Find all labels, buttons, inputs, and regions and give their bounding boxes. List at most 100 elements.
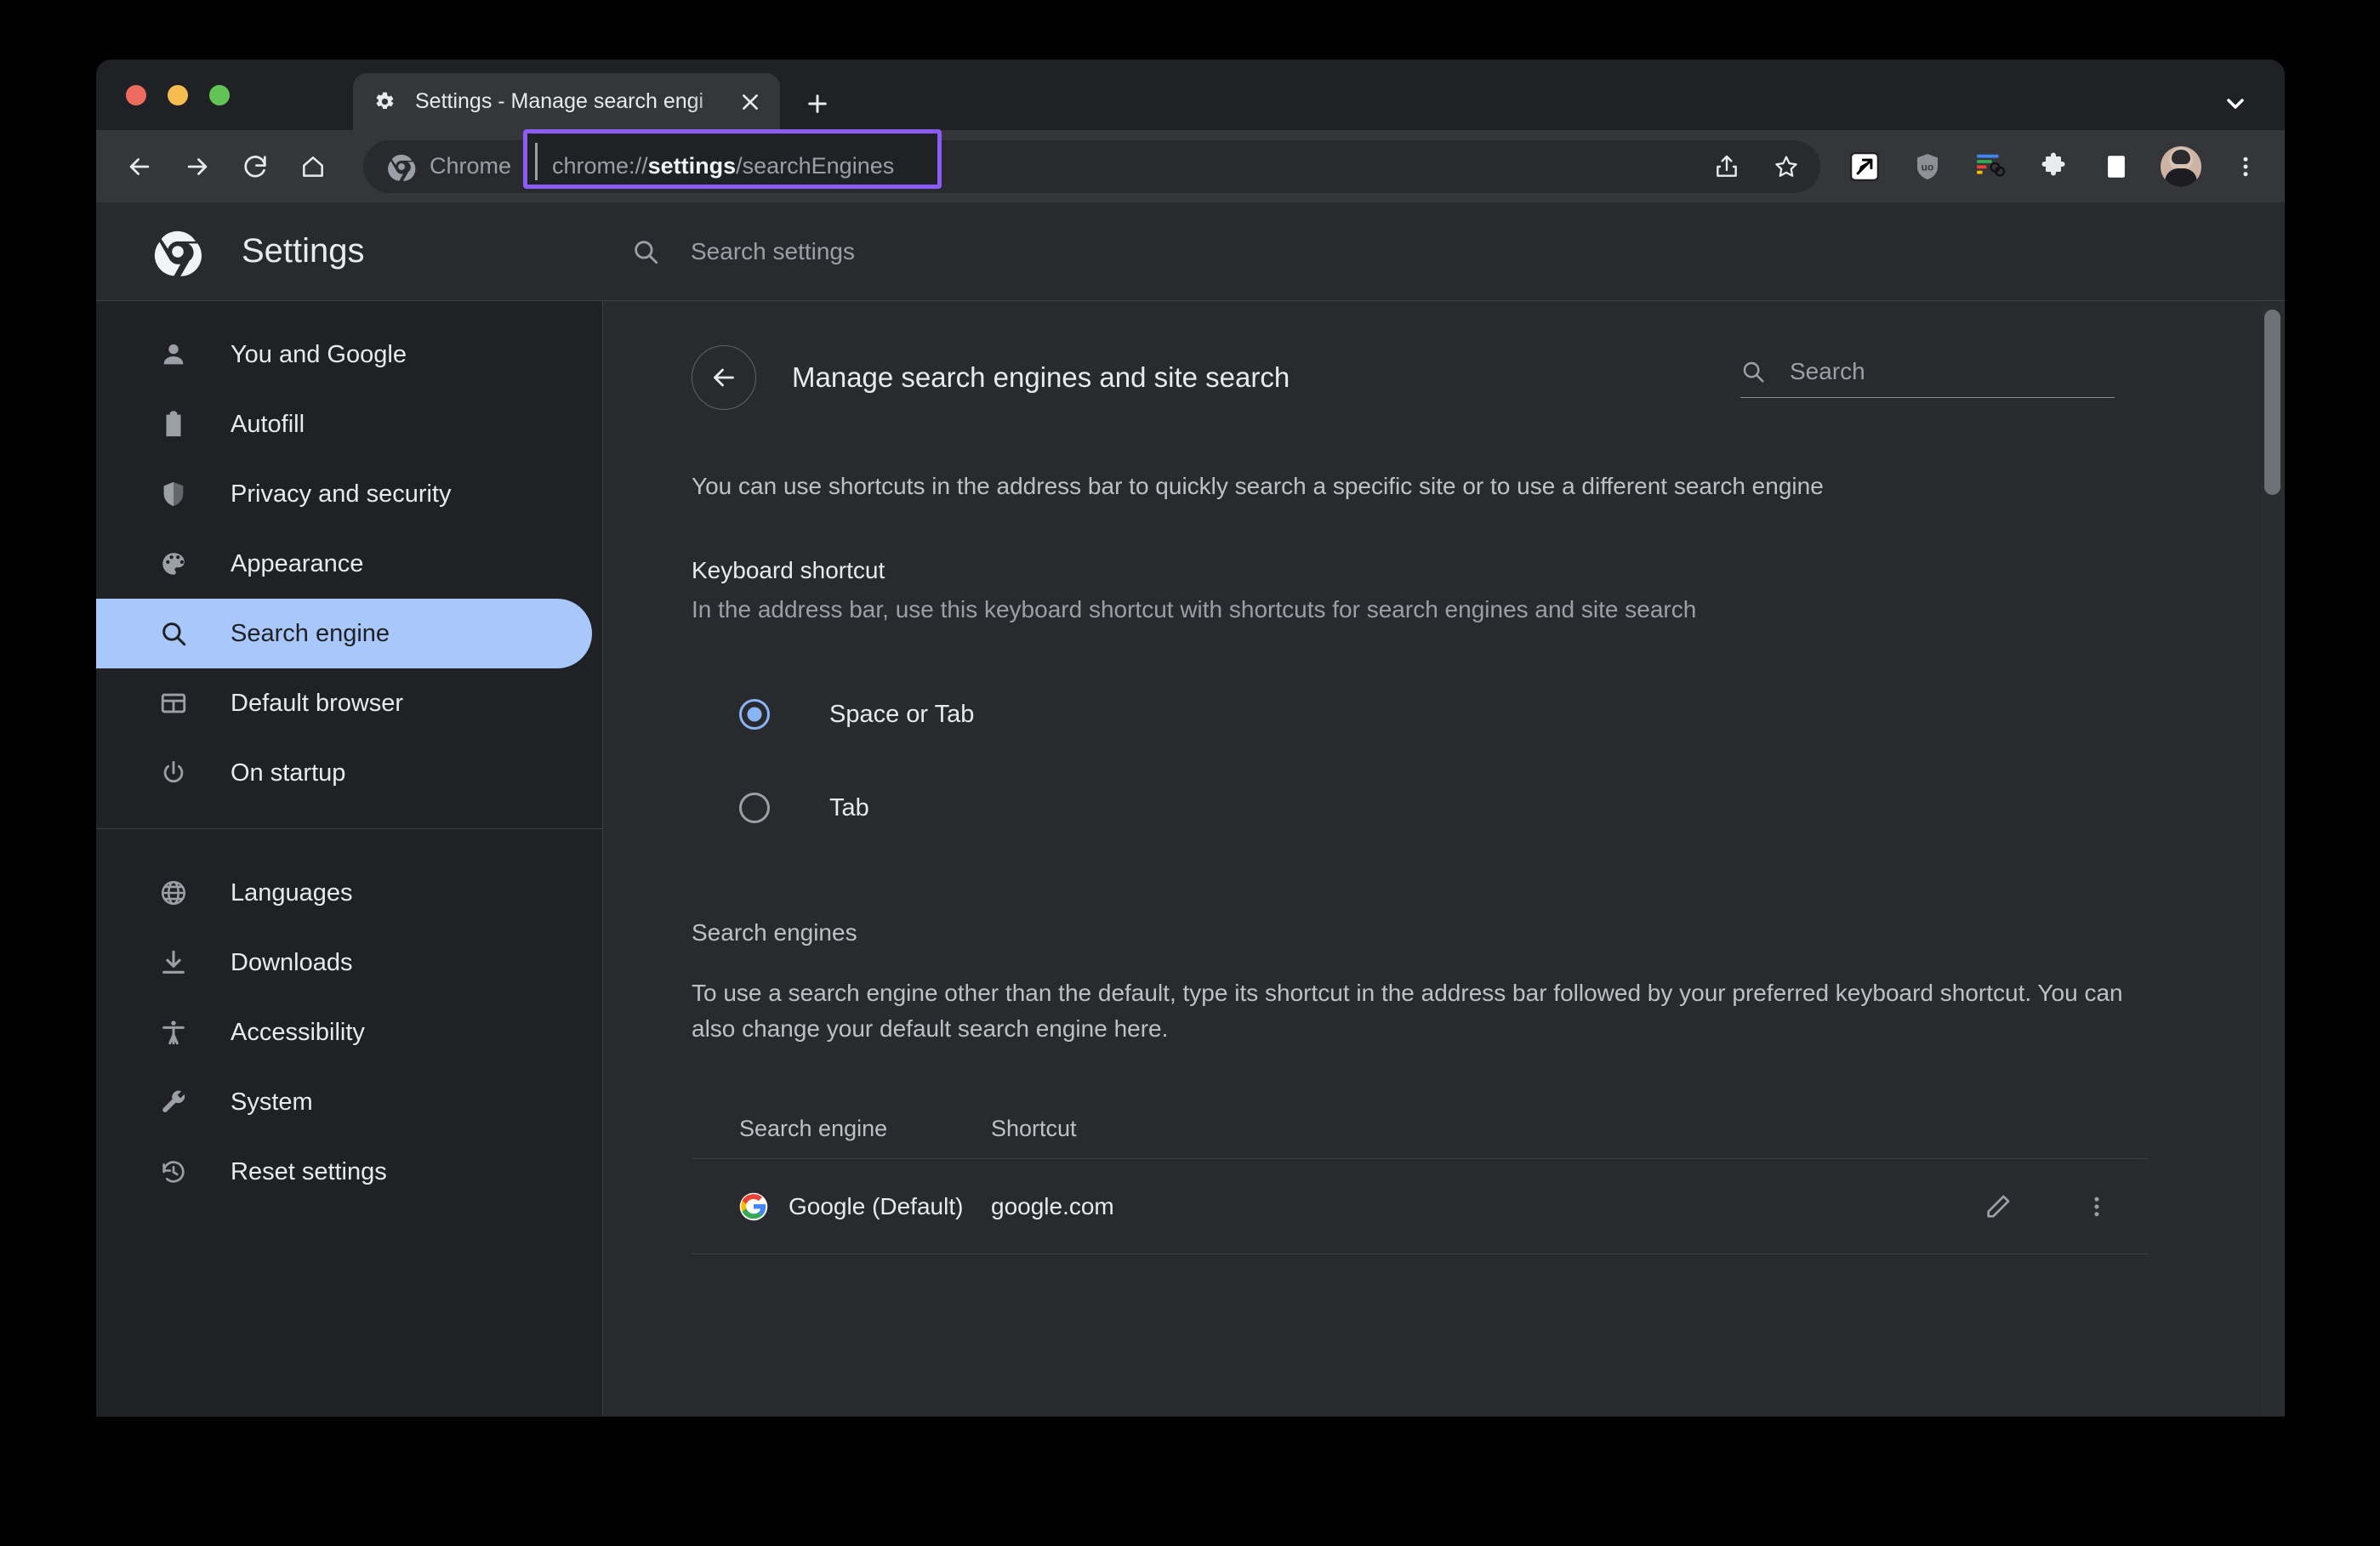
sidebar-item-system[interactable]: System: [96, 1067, 592, 1137]
intro-text: You can use shortcuts in the address bar…: [692, 473, 1824, 499]
google-g-icon: [739, 1192, 768, 1220]
shield-icon: [156, 476, 191, 512]
history-restore-icon: [156, 1154, 191, 1190]
cell-engine-shortcut: google.com: [991, 1192, 1114, 1219]
close-icon[interactable]: [736, 88, 765, 117]
sidebar-item-default-browser[interactable]: Default browser: [96, 668, 592, 738]
tab-strip: Settings - Manage search engi: [96, 60, 2285, 130]
sidebar-item-appearance[interactable]: Appearance: [96, 529, 592, 599]
sidebar-item-accessibility[interactable]: Accessibility: [96, 998, 592, 1067]
sidebar-item-label: You and Google: [231, 340, 407, 368]
settings-sidebar: You and Google Autofill Privacy and secu…: [96, 301, 603, 1416]
new-tab-button[interactable]: [800, 87, 834, 121]
radio-indicator[interactable]: [739, 699, 770, 730]
main-scrollbar-thumb[interactable]: [2264, 310, 2280, 495]
keyboard-shortcut-title: Keyboard shortcut: [692, 556, 885, 583]
chrome-identity-pill: Chrome: [387, 152, 511, 181]
palette-icon: [156, 546, 191, 582]
svg-text:uo: uo: [1922, 161, 1934, 173]
reload-button[interactable]: [236, 147, 275, 186]
sidebar-item-languages[interactable]: Languages: [96, 858, 592, 928]
chrome-logo-icon: [388, 154, 416, 181]
chevron-down-icon[interactable]: [2220, 88, 2251, 119]
search-engines-title: Search engines: [692, 919, 857, 946]
engine-name: Google (Default): [789, 1192, 964, 1219]
browser-window-icon: [156, 685, 191, 721]
row-actions: [1980, 1189, 2149, 1225]
side-panel-icon[interactable]: [2098, 148, 2135, 185]
clipboard-icon: [156, 406, 191, 442]
minimize-window-button[interactable]: [168, 85, 188, 105]
address-bar[interactable]: Chrome chrome://settings/searchEngines: [363, 128, 1820, 193]
url-field[interactable]: chrome://settings/searchEngines: [523, 128, 1820, 193]
three-dot-menu-icon[interactable]: [2227, 148, 2264, 185]
forward-button[interactable]: [178, 147, 217, 186]
radio-option-space-or-tab[interactable]: Space or Tab: [739, 668, 2285, 761]
url-bold-segment: settings: [647, 153, 737, 179]
chrome-pill-label: Chrome: [430, 153, 512, 179]
share-icon[interactable]: [1708, 148, 1745, 185]
sidebar-item-on-startup[interactable]: On startup: [96, 738, 592, 808]
settings-brand: Settings: [96, 227, 594, 276]
engines-search-placeholder: Search: [1790, 357, 1865, 384]
sidebar-item-autofill[interactable]: Autofill: [96, 389, 592, 459]
search-settings-input[interactable]: Search settings: [594, 219, 2195, 284]
back-button[interactable]: [120, 147, 159, 186]
sidebar-item-search-engine[interactable]: Search engine: [96, 599, 592, 668]
person-icon: [156, 337, 191, 372]
main-scrollbar[interactable]: [2261, 301, 2285, 1416]
puzzle-piece-icon[interactable]: [2035, 148, 2072, 185]
wrench-icon: [156, 1084, 191, 1120]
search-icon: [1743, 361, 1764, 382]
url-suffix: /searchEngines: [736, 153, 895, 179]
sidebar-item-label: Downloads: [231, 948, 353, 976]
pencil-icon[interactable]: [1980, 1189, 2016, 1225]
link-bars-extension-icon[interactable]: [1972, 148, 2009, 185]
sidebar-item-label: Accessibility: [231, 1018, 365, 1046]
browser-toolbar: Chrome chrome://settings/searchEngines u…: [96, 128, 2285, 202]
sidebar-item-label: Appearance: [231, 549, 364, 577]
sidebar-item-label: On startup: [231, 759, 346, 787]
search-icon: [156, 616, 191, 651]
star-icon[interactable]: [1768, 148, 1805, 185]
browser-window: Settings - Manage search engi Chrome chr…: [96, 60, 2285, 1417]
back-button[interactable]: [692, 345, 756, 410]
radio-indicator[interactable]: [739, 793, 770, 824]
chrome-logo-icon: [154, 230, 202, 276]
accessibility-icon: [156, 1015, 191, 1050]
gear-icon: [376, 92, 394, 109]
ublock-origin-icon[interactable]: uo: [1909, 148, 1946, 185]
keyboard-shortcut-radio-group: Space or Tab Tab: [692, 668, 2285, 855]
sidebar-item-privacy-and-security[interactable]: Privacy and security: [96, 459, 592, 529]
browser-tab[interactable]: Settings - Manage search engi: [353, 73, 780, 130]
radio-option-tab[interactable]: Tab: [739, 761, 2285, 855]
home-button[interactable]: [293, 147, 333, 186]
column-header-search-engine: Search engine: [739, 1116, 888, 1142]
page-title: Settings: [242, 232, 365, 270]
column-header-shortcut: Shortcut: [991, 1116, 1077, 1142]
radio-label: Tab: [829, 793, 869, 821]
sidebar-item-reset-settings[interactable]: Reset settings: [96, 1137, 592, 1207]
avatar[interactable]: [2161, 145, 2201, 187]
sidebar-item-you-and-google[interactable]: You and Google: [96, 320, 592, 389]
engines-search-input[interactable]: Search: [1740, 358, 2115, 398]
search-settings-placeholder: Search settings: [691, 237, 855, 264]
sidebar-group-secondary: Languages Downloads Accessibility System…: [96, 828, 602, 1207]
power-icon: [156, 755, 191, 791]
three-dot-menu-icon[interactable]: [2079, 1189, 2115, 1225]
radio-label: Space or Tab: [829, 700, 975, 728]
settings-content: You and Google Autofill Privacy and secu…: [96, 301, 2285, 1416]
sidebar-item-label: Search engine: [231, 619, 390, 647]
download-icon: [156, 945, 191, 980]
window-controls: [126, 85, 230, 105]
maximize-window-button[interactable]: [209, 85, 230, 105]
cursor-arrow-extension-icon[interactable]: [1846, 148, 1883, 185]
sidebar-group-primary: You and Google Autofill Privacy and secu…: [96, 301, 602, 808]
close-window-button[interactable]: [126, 85, 146, 105]
search-engines-table: Search engine Shortcut Google (Default) …: [692, 1100, 2149, 1255]
section-title: Manage search engines and site search: [792, 361, 1290, 393]
search-engines-description: To use a search engine other than the de…: [692, 980, 2123, 1043]
sidebar-item-downloads[interactable]: Downloads: [96, 928, 592, 998]
table-row[interactable]: Google (Default) google.com: [692, 1159, 2149, 1255]
page-header: Manage search engines and site search Se…: [692, 301, 2285, 410]
